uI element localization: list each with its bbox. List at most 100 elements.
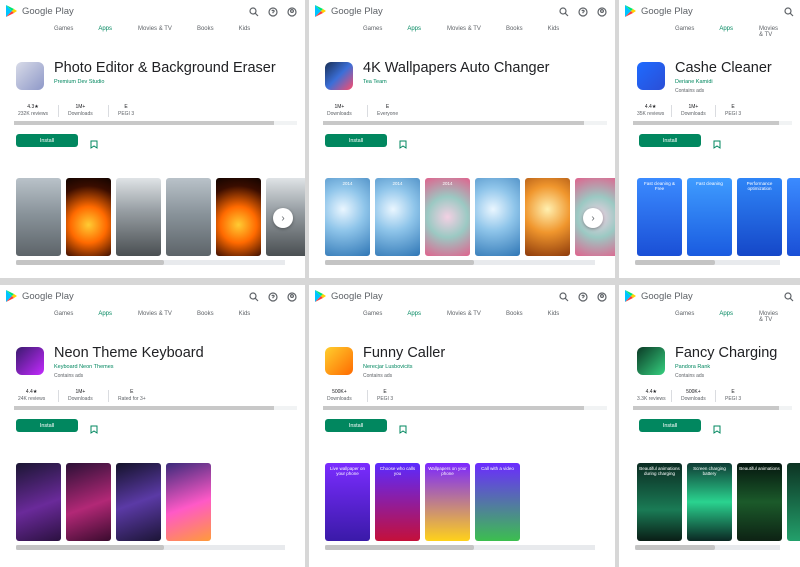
screenshot-scrollbar[interactable]	[16, 260, 285, 265]
scroll-thumb[interactable]	[14, 121, 274, 125]
scroll-thumb[interactable]	[325, 260, 474, 265]
screenshot-thumbnail[interactable]	[66, 178, 111, 256]
developer-link[interactable]: Deriane Kamidi	[675, 79, 713, 85]
developer-link[interactable]: Nerecjar Lusbovicits	[363, 364, 413, 370]
wishlist-icon[interactable]	[713, 421, 721, 434]
search-icon[interactable]	[249, 4, 259, 22]
scroll-thumb[interactable]	[635, 545, 715, 550]
scroll-thumb[interactable]	[16, 545, 164, 550]
scroll-thumb[interactable]	[633, 406, 779, 410]
wishlist-icon[interactable]	[399, 136, 407, 149]
screenshot-scrollbar[interactable]	[635, 545, 780, 550]
screenshot-thumbnail[interactable]: Choose who calls you	[375, 463, 420, 541]
nav-tab-books[interactable]: Books	[506, 311, 523, 317]
screenshot-scrollbar[interactable]	[325, 260, 595, 265]
nav-tab-movies-tv[interactable]: Movies & TV	[138, 26, 172, 32]
search-icon[interactable]	[559, 289, 569, 307]
account-icon[interactable]	[287, 289, 297, 307]
scroll-thumb[interactable]	[635, 260, 715, 265]
wishlist-icon[interactable]	[399, 421, 407, 434]
screenshot-thumbnail[interactable]: Wallpapers on your phone	[425, 463, 470, 541]
scroll-thumb[interactable]	[16, 260, 164, 265]
nav-tab-kids[interactable]: Kids	[548, 26, 560, 32]
nav-tab-movies-tv[interactable]: Movies & TV	[759, 311, 778, 323]
search-icon[interactable]	[784, 4, 794, 22]
nav-tab-kids[interactable]: Kids	[239, 311, 251, 317]
store-header[interactable]: Google Play	[313, 2, 383, 20]
nav-tab-apps[interactable]: Apps	[719, 311, 733, 323]
screenshot-scrollbar[interactable]	[16, 545, 285, 550]
stats-scrollbar[interactable]	[633, 121, 792, 125]
store-header[interactable]: Google Play	[4, 2, 74, 20]
install-button[interactable]: Install	[325, 134, 387, 147]
stats-scrollbar[interactable]	[323, 121, 607, 125]
nav-tab-apps[interactable]: Apps	[98, 311, 112, 317]
nav-tab-books[interactable]: Books	[197, 311, 214, 317]
screenshot-scrollbar[interactable]	[325, 545, 595, 550]
screenshot-thumbnail[interactable]	[787, 178, 800, 256]
screenshot-thumbnail[interactable]: Fast cleaning	[687, 178, 732, 256]
nav-tab-games[interactable]: Games	[363, 311, 382, 317]
developer-link[interactable]: Keyboard Neon Themes	[54, 364, 114, 370]
store-header[interactable]: Google Play	[623, 2, 693, 20]
screenshot-thumbnail[interactable]	[787, 463, 800, 541]
nav-tab-games[interactable]: Games	[54, 311, 73, 317]
install-button[interactable]: Install	[639, 419, 701, 432]
next-screenshot-button[interactable]: ›	[583, 208, 603, 228]
wishlist-icon[interactable]	[90, 136, 98, 149]
nav-tab-books[interactable]: Books	[506, 26, 523, 32]
screenshot-thumbnail[interactable]: 2014	[325, 178, 370, 256]
developer-link[interactable]: Premium Dev Studio	[54, 79, 104, 85]
stats-scrollbar[interactable]	[323, 406, 607, 410]
screenshot-thumbnail[interactable]: 2014	[425, 178, 470, 256]
screenshot-thumbnail[interactable]	[116, 178, 161, 256]
nav-tab-apps[interactable]: Apps	[719, 26, 733, 38]
next-screenshot-button[interactable]: ›	[273, 208, 293, 228]
account-icon[interactable]	[287, 4, 297, 22]
store-header[interactable]: Google Play	[313, 287, 383, 305]
search-icon[interactable]	[249, 289, 259, 307]
store-header[interactable]: Google Play	[4, 287, 74, 305]
nav-tab-kids[interactable]: Kids	[548, 311, 560, 317]
nav-tab-apps[interactable]: Apps	[98, 26, 112, 32]
screenshot-thumbnail[interactable]: Call with a video	[475, 463, 520, 541]
scroll-thumb[interactable]	[323, 121, 584, 125]
developer-link[interactable]: Pandora Rank	[675, 364, 710, 370]
install-button[interactable]: Install	[16, 134, 78, 147]
nav-tab-apps[interactable]: Apps	[407, 26, 421, 32]
scroll-thumb[interactable]	[14, 406, 274, 410]
nav-tab-kids[interactable]: Kids	[239, 26, 251, 32]
screenshot-thumbnail[interactable]: Performance optimization	[737, 178, 782, 256]
scroll-thumb[interactable]	[323, 406, 584, 410]
screenshot-thumbnail[interactable]	[216, 178, 261, 256]
install-button[interactable]: Install	[639, 134, 701, 147]
nav-tab-movies-tv[interactable]: Movies & TV	[447, 311, 481, 317]
screenshot-scrollbar[interactable]	[635, 260, 780, 265]
screenshot-thumbnail[interactable]	[16, 178, 61, 256]
screenshot-thumbnail[interactable]: Beautiful animations	[737, 463, 782, 541]
nav-tab-movies-tv[interactable]: Movies & TV	[138, 311, 172, 317]
screenshot-thumbnail[interactable]: Beautiful animations during charging	[637, 463, 682, 541]
scroll-thumb[interactable]	[325, 545, 474, 550]
screenshot-thumbnail[interactable]: Live wallpaper on your phone	[325, 463, 370, 541]
help-icon[interactable]	[578, 4, 588, 22]
help-icon[interactable]	[268, 289, 278, 307]
help-icon[interactable]	[268, 4, 278, 22]
screenshot-thumbnail[interactable]	[166, 463, 211, 541]
developer-link[interactable]: Tea Team	[363, 79, 387, 85]
screenshot-thumbnail[interactable]	[16, 463, 61, 541]
screenshot-thumbnail[interactable]	[475, 178, 520, 256]
nav-tab-games[interactable]: Games	[675, 311, 694, 323]
nav-tab-games[interactable]: Games	[363, 26, 382, 32]
screenshot-thumbnail[interactable]	[66, 463, 111, 541]
account-icon[interactable]	[597, 4, 607, 22]
screenshot-thumbnail[interactable]: Fast cleaning & Free	[637, 178, 682, 256]
scroll-thumb[interactable]	[633, 121, 779, 125]
help-icon[interactable]	[578, 289, 588, 307]
install-button[interactable]: Install	[16, 419, 78, 432]
nav-tab-movies-tv[interactable]: Movies & TV	[759, 26, 778, 38]
screenshot-thumbnail[interactable]	[525, 178, 570, 256]
install-button[interactable]: Install	[325, 419, 387, 432]
stats-scrollbar[interactable]	[14, 121, 297, 125]
store-header[interactable]: Google Play	[623, 287, 693, 305]
